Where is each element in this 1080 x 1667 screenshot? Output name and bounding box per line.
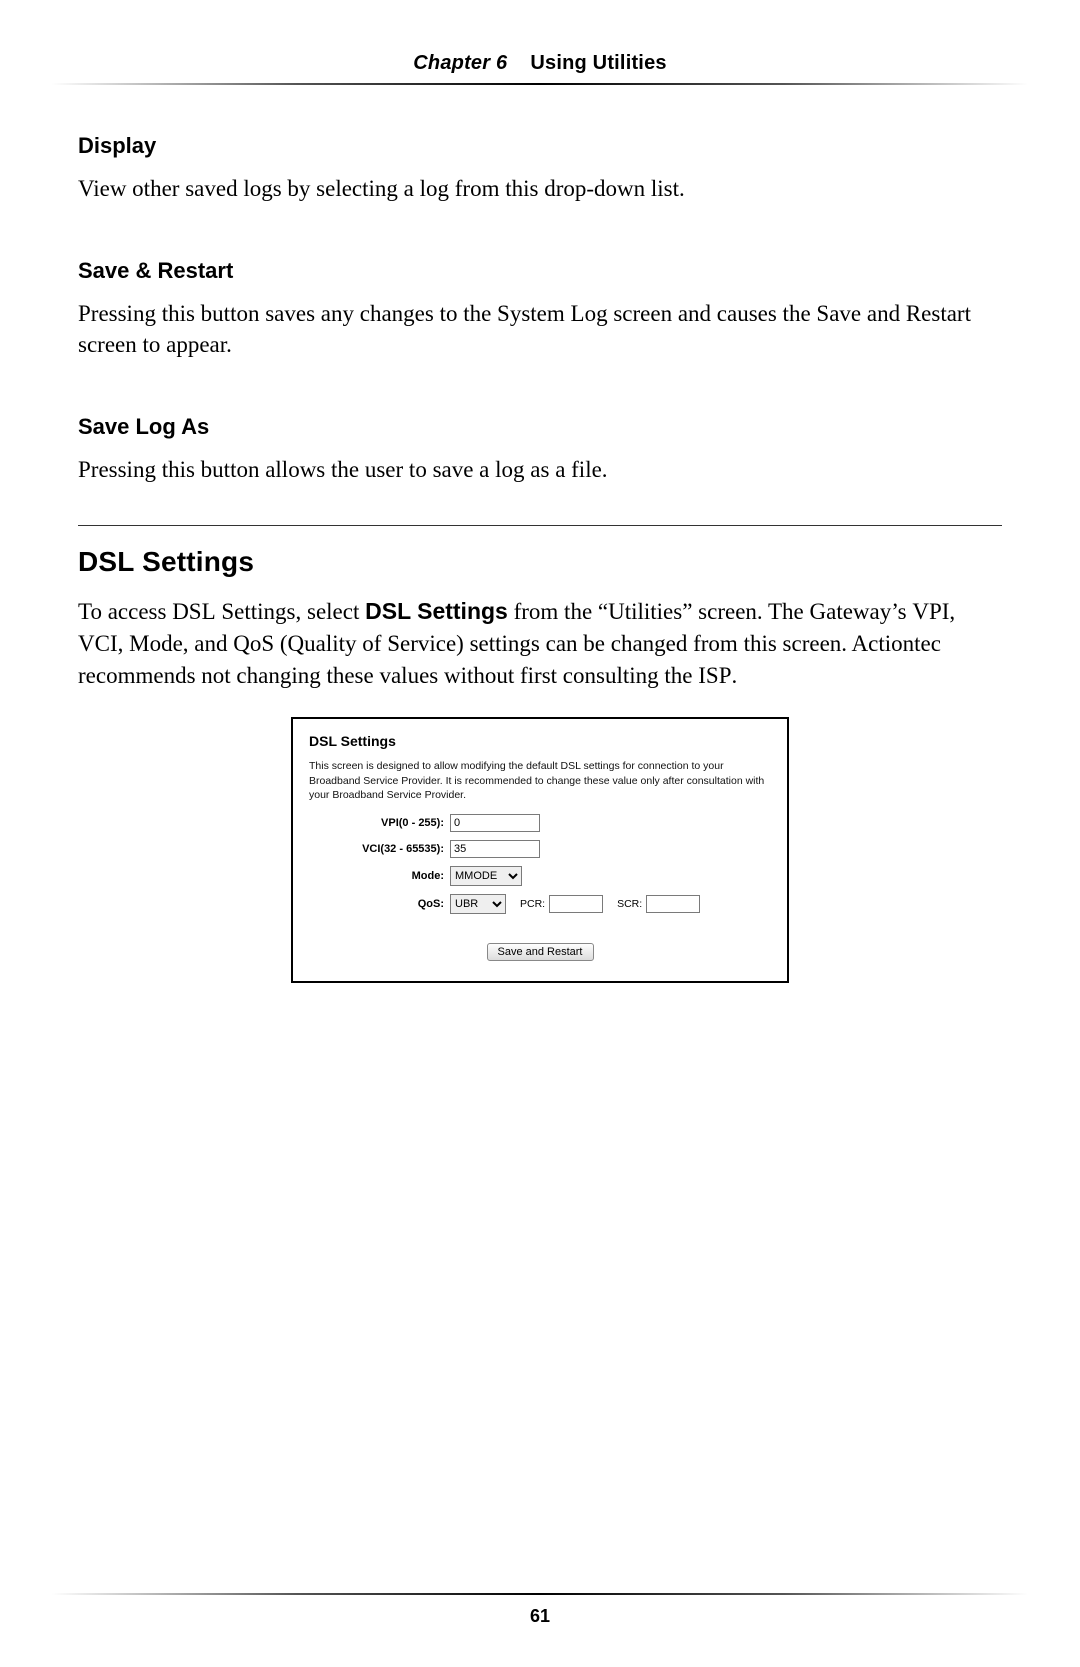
input-vpi[interactable] (450, 814, 540, 832)
label-vci: VCI(32 - 65535): (309, 843, 450, 855)
label-qos: QoS: (309, 898, 450, 910)
text-smallcaps: ISP (698, 663, 731, 688)
paragraph-save-log-as: Pressing this button allows the user to … (78, 454, 1002, 485)
row-qos: QoS: UBR PCR: SCR: (309, 894, 771, 914)
running-header: Chapter 6 Using Utilities (0, 0, 1080, 75)
input-vci[interactable] (450, 840, 540, 858)
subhead-save-restart: Save & Restart (78, 258, 1002, 284)
paragraph-dsl-intro: To access DSL Settings, select DSL Setti… (78, 596, 1002, 691)
scr-group: SCR: (617, 895, 700, 913)
chapter-label: Chapter 6 (413, 52, 507, 74)
input-scr[interactable] (646, 895, 700, 913)
text-smallcaps: VPI (912, 599, 949, 624)
page-content: Display View other saved logs by selecti… (0, 85, 1080, 983)
button-row: Save and Restart (309, 942, 771, 961)
panel-title: DSL Settings (309, 733, 771, 749)
page-number: 61 (0, 1606, 1080, 1627)
label-mode: Mode: (309, 870, 450, 882)
text: , (949, 599, 955, 624)
section-divider (78, 525, 1002, 526)
save-and-restart-button[interactable]: Save and Restart (487, 943, 594, 961)
text: from the “Utilities” screen. The Gateway… (508, 599, 913, 624)
pcr-group: PCR: (520, 895, 603, 913)
label-pcr: PCR: (520, 898, 545, 910)
label-scr: SCR: (617, 898, 642, 910)
paragraph-display: View other saved logs by selecting a log… (78, 173, 1002, 204)
select-qos[interactable]: UBR (450, 894, 506, 914)
text-smallcaps: VCI (78, 631, 118, 656)
input-pcr[interactable] (549, 895, 603, 913)
label-vpi: VPI(0 - 255): (309, 817, 450, 829)
footer-divider (52, 1593, 1028, 1595)
chapter-title: Using Utilities (530, 52, 666, 74)
text-smallcaps: DSL (172, 599, 215, 624)
panel-description: This screen is designed to allow modifyi… (309, 759, 771, 802)
text: . (732, 663, 738, 688)
space (513, 52, 525, 74)
row-vpi: VPI(0 - 255): (309, 814, 771, 832)
dsl-settings-panel: DSL Settings This screen is designed to … (291, 717, 789, 983)
text: Settings, select (216, 599, 365, 624)
paragraph-save-restart: Pressing this button saves any changes t… (78, 298, 1002, 360)
subhead-save-log-as: Save Log As (78, 414, 1002, 440)
text: To access (78, 599, 172, 624)
text: , Mode, and QoS (Quality of Service) set… (78, 631, 941, 688)
document-page: Chapter 6 Using Utilities Display View o… (0, 0, 1080, 1667)
subhead-display: Display (78, 133, 1002, 159)
qos-group: UBR PCR: SCR: (450, 894, 700, 914)
section-title-dsl-settings: DSL Settings (78, 546, 1002, 578)
row-vci: VCI(32 - 65535): (309, 840, 771, 858)
text-bold: DSL Settings (365, 598, 508, 624)
row-mode: Mode: MMODE (309, 866, 771, 886)
select-mode[interactable]: MMODE (450, 866, 522, 886)
